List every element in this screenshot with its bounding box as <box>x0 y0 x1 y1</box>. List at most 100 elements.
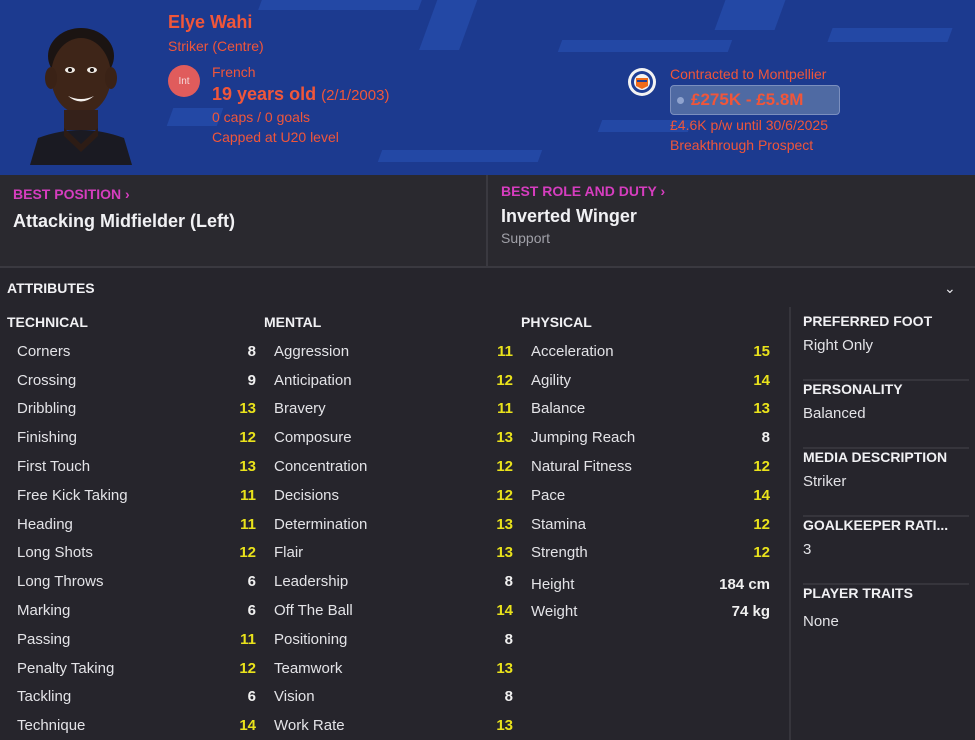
side-divider <box>789 307 791 740</box>
chevron-right-icon: › <box>656 183 666 199</box>
attribute-row[interactable]: Work Rate 13 <box>264 711 520 740</box>
player-traits-value: None <box>803 613 839 630</box>
attribute-row[interactable]: Technique 14 <box>7 711 263 740</box>
attribute-row[interactable]: Determination 13 <box>264 510 520 539</box>
attribute-row[interactable]: Strength 12 <box>521 539 777 568</box>
chevron-right-icon: › <box>121 186 130 202</box>
attribute-value: 12 <box>496 458 513 476</box>
best-position-value: Attacking Midfielder (Left) <box>13 211 236 231</box>
attribute-row[interactable]: Marking 6 <box>7 596 263 625</box>
attribute-row[interactable]: Concentration 12 <box>264 452 520 481</box>
attribute-name: Bravery <box>274 400 326 418</box>
attribute-row[interactable]: Passing 11 <box>7 625 263 654</box>
attribute-row[interactable]: Teamwork 13 <box>264 654 520 683</box>
attribute-name: Heading <box>17 515 73 533</box>
attribute-value: 12 <box>753 544 770 562</box>
attribute-value: 14 <box>239 717 256 735</box>
attribute-value: 13 <box>239 458 256 476</box>
attribute-row[interactable]: Composure 13 <box>264 423 520 452</box>
attribute-name: Off The Ball <box>274 602 353 620</box>
attribute-row[interactable]: Positioning 8 <box>264 625 520 654</box>
attribute-name: Strength <box>531 544 588 562</box>
attribute-value: 13 <box>496 515 513 533</box>
attribute-name: Dribbling <box>17 400 77 418</box>
attribute-row[interactable]: Flair 13 <box>264 539 520 568</box>
attribute-name: Teamwork <box>274 659 343 677</box>
mental-column: MENTAL Aggression 11 Anticipation 12 Bravery… <box>264 313 520 740</box>
attribute-value: 8 <box>504 688 513 706</box>
physical-title: PHYSICAL <box>521 314 592 330</box>
attribute-value: 13 <box>753 400 770 418</box>
goalkeeper-rating-section: GOALKEEPER RATI... 3 <box>803 517 969 585</box>
attribute-value: 14 <box>496 602 513 620</box>
attribute-row[interactable]: Anticipation 12 <box>264 366 520 395</box>
transfer-value: £275K - £5.8M <box>691 90 804 109</box>
attribute-name: Penalty Taking <box>17 659 115 677</box>
attribute-row[interactable]: Decisions 12 <box>264 481 520 510</box>
attribute-row[interactable]: Long Throws 6 <box>7 567 263 596</box>
personality-title: PERSONALITY <box>803 381 903 397</box>
attribute-value: 6 <box>247 573 256 591</box>
best-position-label: BEST POSITION <box>13 186 122 202</box>
attributes-title: ATTRIBUTES <box>7 280 95 296</box>
attribute-row[interactable]: Balance 13 <box>521 395 777 424</box>
attribute-value: 8 <box>504 573 513 591</box>
attribute-row[interactable]: Jumping Reach 8 <box>521 423 777 452</box>
attribute-value: 12 <box>496 371 513 389</box>
attribute-row[interactable]: Corners 8 <box>7 337 263 366</box>
goalkeeper-rating-value: 3 <box>803 541 812 558</box>
attribute-name: Free Kick Taking <box>17 486 128 504</box>
player-nationality[interactable]: French <box>212 64 256 80</box>
player-photo <box>30 28 132 165</box>
wage-text: £4.6K p/w until 30/6/2025 <box>670 117 829 133</box>
attribute-row[interactable]: Off The Ball 14 <box>264 596 520 625</box>
player-dob: (2/1/2003) <box>321 87 390 104</box>
attribute-value: 12 <box>239 544 256 562</box>
attribute-row[interactable]: Natural Fitness 12 <box>521 452 777 481</box>
goalkeeper-rating-title: GOALKEEPER RATI... <box>803 517 949 533</box>
attribute-row[interactable]: Finishing 12 <box>7 423 263 452</box>
attribute-row[interactable]: Aggression 11 <box>264 337 520 366</box>
club-badge-icon[interactable] <box>627 67 657 97</box>
attribute-row[interactable]: Vision 8 <box>264 683 520 712</box>
player-capped-level: Capped at U20 level <box>212 129 339 145</box>
attribute-name: Tackling <box>17 688 72 706</box>
attribute-name: Long Throws <box>17 573 104 591</box>
technical-title: TECHNICAL <box>7 314 88 330</box>
attribute-row[interactable]: Bravery 11 <box>264 395 520 424</box>
attribute-row[interactable]: Free Kick Taking 11 <box>7 481 263 510</box>
attribute-row[interactable]: Penalty Taking 12 <box>7 654 263 683</box>
weight-value: 74 kg <box>731 603 770 621</box>
transfer-value-tag[interactable]: £275K - £5.8M <box>670 85 840 115</box>
attribute-name: Technique <box>17 717 86 735</box>
attribute-row[interactable]: Agility 14 <box>521 366 777 395</box>
mental-title: MENTAL <box>264 314 322 330</box>
attribute-value: 12 <box>496 486 513 504</box>
best-role-link[interactable]: BEST ROLE AND DUTY › <box>501 183 665 199</box>
personality-value: Balanced <box>803 405 866 422</box>
attribute-value: 11 <box>497 342 513 360</box>
attribute-value: 13 <box>496 717 513 735</box>
player-age: 19 years old (2/1/2003) <box>212 84 389 105</box>
attribute-name: Balance <box>531 400 586 418</box>
best-role-value: Inverted Winger <box>501 206 637 226</box>
attribute-row[interactable]: First Touch 13 <box>7 452 263 481</box>
attribute-row[interactable]: Long Shots 12 <box>7 539 263 568</box>
chevron-down-icon[interactable]: ⌄ <box>944 280 956 297</box>
attribute-row[interactable]: Heading 11 <box>7 510 263 539</box>
attribute-row[interactable]: Acceleration 15 <box>521 337 777 366</box>
attribute-value: 12 <box>753 458 770 476</box>
attribute-row[interactable]: Dribbling 13 <box>7 395 263 424</box>
attribute-row[interactable]: Pace 14 <box>521 481 777 510</box>
attribute-row[interactable]: Crossing 9 <box>7 366 263 395</box>
attribute-row[interactable]: Stamina 12 <box>521 510 777 539</box>
attribute-value: 11 <box>240 515 256 533</box>
prospect-status: Breakthrough Prospect <box>670 137 814 153</box>
contract-text[interactable]: Contracted to Montpellier <box>670 66 826 82</box>
attribute-name: Determination <box>274 515 368 533</box>
attribute-name: Leadership <box>274 573 349 591</box>
preferred-foot-section: PREFERRED FOOT Right Only <box>803 313 969 381</box>
attribute-row[interactable]: Tackling 6 <box>7 683 263 712</box>
best-position-link[interactable]: BEST POSITION › <box>13 186 130 202</box>
attribute-row[interactable]: Leadership 8 <box>264 567 520 596</box>
